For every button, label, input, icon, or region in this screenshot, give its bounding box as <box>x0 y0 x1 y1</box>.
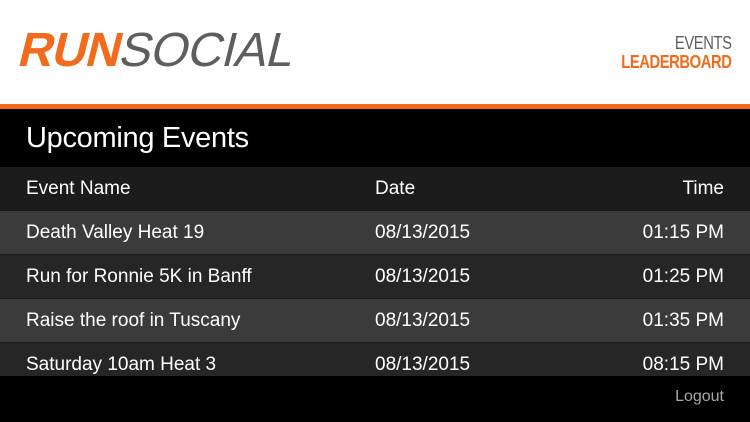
column-header-event-name: Event Name <box>26 177 131 199</box>
table-row[interactable]: Death Valley Heat 19 08/13/2015 01:15 PM <box>0 210 750 254</box>
events-table[interactable]: Event Name Date Time Death Valley Heat 1… <box>0 167 750 376</box>
event-date-cell: 08/13/2015 <box>375 265 471 287</box>
page-title: Upcoming Events <box>26 122 249 154</box>
table-header-row: Event Name Date Time <box>0 167 750 210</box>
top-nav: EVENTS LEADERBOARD <box>597 34 733 72</box>
event-date-cell: 08/13/2015 <box>375 353 471 375</box>
nav-events-link[interactable]: EVENTS <box>622 34 732 53</box>
runsocial-logo[interactable]: RUN SOCIAL <box>13 24 301 77</box>
event-time-cell: 01:25 PM <box>642 265 724 287</box>
logo-social-text: SOCIAL <box>114 24 301 77</box>
event-time-cell: 08:15 PM <box>642 353 724 375</box>
event-name-cell: Raise the roof in Tuscany <box>26 309 241 331</box>
column-header-date: Date <box>375 177 416 199</box>
event-time-cell: 01:35 PM <box>642 309 724 331</box>
table-row[interactable]: Raise the roof in Tuscany 08/13/2015 01:… <box>0 298 750 342</box>
event-date-cell: 08/13/2015 <box>375 309 471 331</box>
app-header: RUN SOCIAL EVENTS LEADERBOARD <box>0 0 750 104</box>
footer-bar <box>0 376 750 422</box>
table-row[interactable]: Run for Ronnie 5K in Banff 08/13/2015 01… <box>0 254 750 298</box>
table-row[interactable]: Saturday 10am Heat 3 08/13/2015 08:15 PM <box>0 342 750 376</box>
event-date-cell: 08/13/2015 <box>375 221 471 243</box>
event-name-cell: Death Valley Heat 19 <box>26 221 205 243</box>
event-name-cell: Saturday 10am Heat 3 <box>26 353 217 375</box>
event-name-cell: Run for Ronnie 5K in Banff <box>26 265 252 287</box>
nav-leaderboard-link[interactable]: LEADERBOARD <box>622 53 733 72</box>
logo-run-text: RUN <box>13 24 128 77</box>
event-time-cell: 01:15 PM <box>642 221 724 243</box>
column-header-time: Time <box>682 177 724 199</box>
logout-link[interactable]: Logout <box>675 388 724 406</box>
